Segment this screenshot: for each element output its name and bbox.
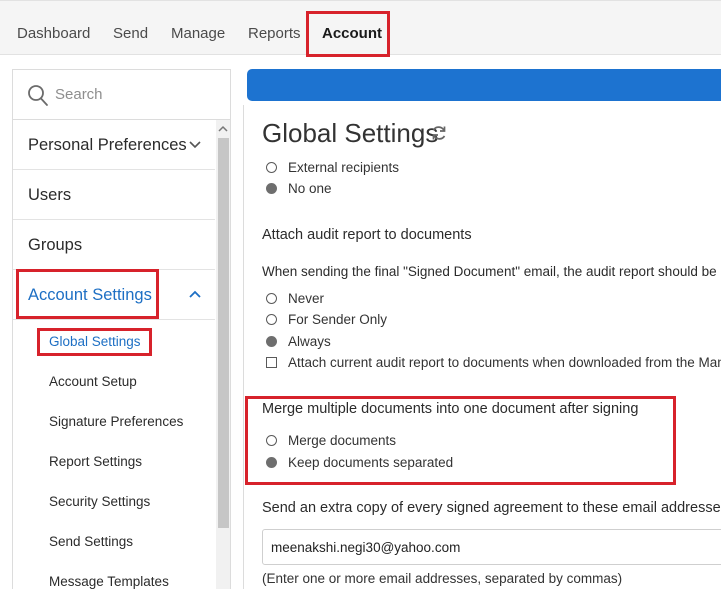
extra-copy-section-title: Send an extra copy of every signed agree… [262, 500, 721, 516]
radio-label: External recipients [288, 160, 400, 175]
extra-copy-email-field[interactable] [262, 529, 721, 565]
sidebar-subitem-security-settings[interactable]: Security Settings [49, 494, 150, 509]
highlight-box-account-settings [16, 269, 159, 319]
nav-reports[interactable]: Reports [248, 25, 301, 42]
highlight-box-account-tab [306, 11, 390, 57]
search-icon [28, 85, 48, 106]
highlight-box-merge-section [245, 396, 676, 485]
sidebar-subitem-signature-preferences[interactable]: Signature Preferences [49, 414, 183, 429]
refresh-icon[interactable] [430, 124, 448, 142]
nav-manage[interactable]: Manage [171, 25, 225, 42]
sidebar-item-groups[interactable]: Groups [13, 220, 215, 270]
sidebar-scrollbar-thumb[interactable] [218, 138, 229, 528]
nav-send[interactable]: Send [113, 25, 148, 42]
sidebar-subitem-account-setup[interactable]: Account Setup [49, 374, 137, 389]
sidebar-item-label: Groups [28, 236, 83, 254]
audit-description: When sending the final "Signed Document"… [262, 264, 717, 279]
sidebar-subitem-report-settings[interactable]: Report Settings [49, 454, 142, 469]
sidebar-item-label: Users [28, 186, 72, 204]
sidebar-item-label: Personal Preferences [28, 136, 187, 154]
audit-section-title: Attach audit report to documents [262, 227, 472, 243]
scroll-up-arrow-icon[interactable] [216, 122, 230, 136]
radio-button-selected[interactable] [266, 183, 277, 194]
chevron-down-icon [189, 141, 201, 149]
header-banner [247, 69, 721, 101]
highlight-box-global-settings [37, 328, 152, 356]
page-title: Global Settings [262, 118, 439, 148]
search-input[interactable] [55, 86, 205, 103]
sidebar-subitem-send-settings[interactable]: Send Settings [49, 534, 133, 549]
radio-label: No one [288, 181, 332, 196]
sidebar-item-users[interactable]: Users [13, 170, 215, 220]
nav-dashboard[interactable]: Dashboard [17, 25, 90, 42]
chevron-up-icon [189, 290, 201, 298]
radio-button-selected[interactable] [266, 336, 277, 347]
radio-button[interactable] [266, 314, 277, 325]
sidebar-subitem-message-templates[interactable]: Message Templates [49, 574, 169, 589]
checkbox[interactable] [266, 357, 277, 368]
radio-button[interactable] [266, 293, 277, 304]
search-box [13, 70, 230, 120]
email-field-hint: (Enter one or more email addresses, sepa… [262, 571, 623, 586]
radio-label: Always [288, 334, 331, 349]
checkbox-label: Attach current audit report to documents… [288, 355, 721, 370]
radio-label: Never [288, 291, 325, 306]
radio-label: For Sender Only [288, 312, 388, 327]
radio-button[interactable] [266, 162, 277, 173]
sidebar-item-personal-preferences[interactable]: Personal Preferences [13, 120, 215, 170]
